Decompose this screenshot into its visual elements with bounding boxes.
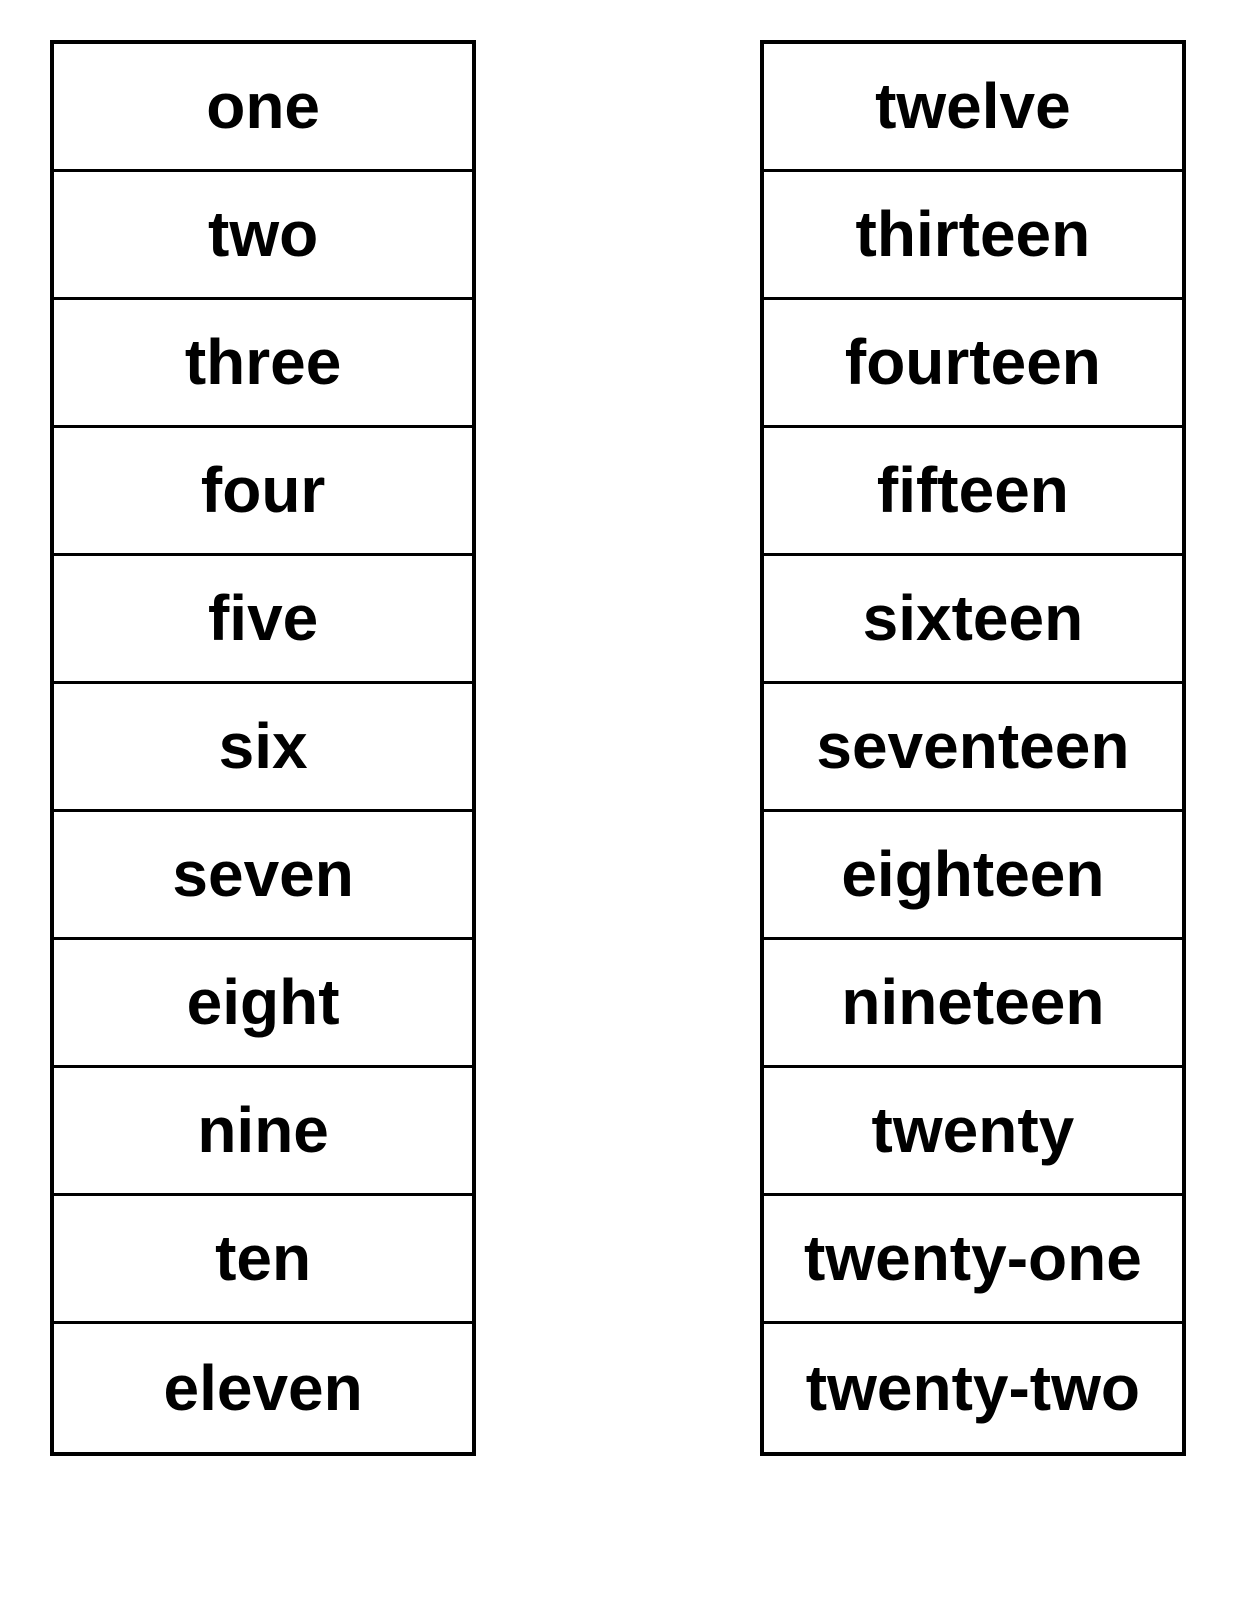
left-number-cell-1: one (54, 44, 472, 172)
right-number-label-20: twenty (872, 1092, 1075, 1169)
right-number-cell-13: thirteen (764, 172, 1182, 300)
right-number-cell-18: eighteen (764, 812, 1182, 940)
right-number-cell-17: seventeen (764, 684, 1182, 812)
left-number-label-7: seven (172, 836, 353, 913)
right-column: twelve thirteen fourteen fifteen sixteen seve… (760, 40, 1186, 1456)
page-container: one two three four five six seven eight nine ten e… (20, 20, 1216, 1476)
right-number-cell-16: sixteen (764, 556, 1182, 684)
right-number-label-15: fifteen (877, 452, 1069, 529)
left-number-cell-3: three (54, 300, 472, 428)
right-number-cell-19: nineteen (764, 940, 1182, 1068)
left-number-cell-8: eight (54, 940, 472, 1068)
right-number-cell-22: twenty-two (764, 1324, 1182, 1452)
left-number-label-10: ten (215, 1220, 311, 1297)
left-number-cell-11: eleven (54, 1324, 472, 1452)
right-number-label-17: seventeen (816, 708, 1129, 785)
right-number-cell-14: fourteen (764, 300, 1182, 428)
right-number-cell-12: twelve (764, 44, 1182, 172)
left-number-cell-2: two (54, 172, 472, 300)
left-number-label-11: eleven (163, 1350, 362, 1427)
right-number-label-19: nineteen (841, 964, 1104, 1041)
right-number-cell-20: twenty (764, 1068, 1182, 1196)
right-number-label-22: twenty-two (806, 1350, 1140, 1427)
right-number-label-12: twelve (875, 68, 1071, 145)
right-number-cell-15: fifteen (764, 428, 1182, 556)
right-number-label-21: twenty-one (804, 1220, 1142, 1297)
right-number-cell-21: twenty-one (764, 1196, 1182, 1324)
left-column: one two three four five six seven eight nine ten e… (50, 40, 476, 1456)
left-number-cell-7: seven (54, 812, 472, 940)
left-number-label-3: three (185, 324, 342, 401)
left-number-cell-9: nine (54, 1068, 472, 1196)
spacer (516, 40, 720, 1456)
left-number-cell-4: four (54, 428, 472, 556)
right-number-label-18: eighteen (841, 836, 1104, 913)
left-number-label-1: one (206, 68, 320, 145)
right-number-label-13: thirteen (856, 196, 1091, 273)
left-number-cell-5: five (54, 556, 472, 684)
left-number-label-5: five (208, 580, 318, 657)
left-number-label-4: four (201, 452, 325, 529)
left-number-label-9: nine (197, 1092, 329, 1169)
left-number-label-2: two (208, 196, 318, 273)
left-number-label-6: six (219, 708, 308, 785)
right-number-label-16: sixteen (863, 580, 1084, 657)
right-number-label-14: fourteen (845, 324, 1101, 401)
left-number-label-8: eight (187, 964, 340, 1041)
left-number-cell-10: ten (54, 1196, 472, 1324)
left-number-cell-6: six (54, 684, 472, 812)
